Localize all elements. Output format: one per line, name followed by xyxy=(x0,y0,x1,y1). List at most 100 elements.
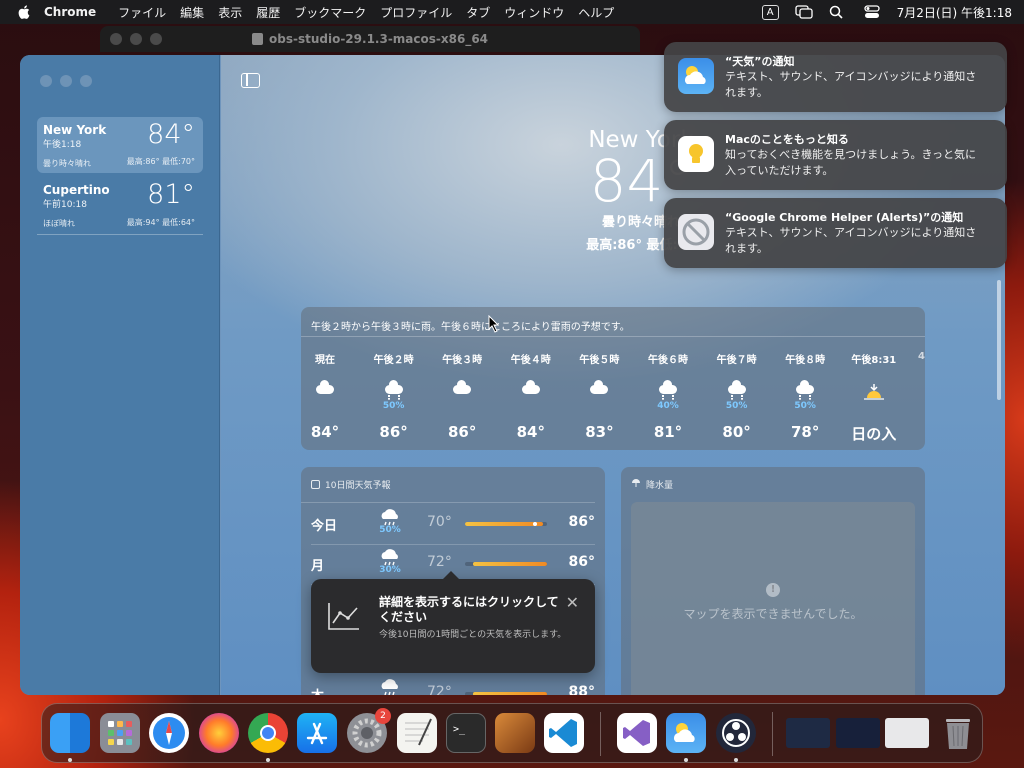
menu-edit[interactable]: 編集 xyxy=(180,4,204,21)
hour-temp: 84° xyxy=(310,423,340,441)
control-center-icon[interactable] xyxy=(863,5,881,19)
obs-icon[interactable] xyxy=(716,713,756,753)
hourly-forecast-card[interactable]: 午後２時から午後３時に雨。午後６時にところにより雷雨の予想です。 現在 84° 午後… xyxy=(301,307,925,450)
safari-icon[interactable] xyxy=(149,713,189,753)
error-icon: ! xyxy=(766,582,780,597)
menu-help[interactable]: ヘルプ xyxy=(578,4,614,21)
low-temp: 70° xyxy=(427,514,452,530)
low-temp: 72° xyxy=(427,554,452,570)
screen-mirroring-icon[interactable] xyxy=(794,5,813,19)
menu-window[interactable]: ウィンドウ xyxy=(504,4,564,21)
high-temp: 88° xyxy=(568,684,595,695)
rain-drops-icon xyxy=(730,395,743,400)
minimized-window-thumbnail[interactable] xyxy=(786,718,830,748)
notification-tips[interactable]: Macのことをもっと知る 知っておくべき機能を見つけましょう。きっと気に入ってい… xyxy=(664,120,1007,190)
dock: 2 >_ xyxy=(41,703,983,763)
launchpad-icon[interactable] xyxy=(100,713,140,753)
search-icon[interactable] xyxy=(829,5,847,19)
zoom-button[interactable] xyxy=(150,33,162,45)
apple-menu-icon[interactable] xyxy=(18,5,30,19)
popover-title: 詳細を表示するにはクリックしてください xyxy=(379,595,559,624)
weather-app-icon xyxy=(678,58,714,94)
menu-bookmarks[interactable]: ブックマーク xyxy=(294,4,366,21)
location-item-cupertino[interactable]: Cupertino 午前10:18 81° ほぼ晴れ 最高:94° 最低:64° xyxy=(37,177,203,235)
day-row[interactable]: 今日 50% 70° 86° xyxy=(311,505,595,545)
menu-history[interactable]: 履歴 xyxy=(256,4,280,21)
hour-temp: 81° xyxy=(653,423,683,441)
minimize-button[interactable] xyxy=(60,75,72,87)
menu-profiles[interactable]: プロファイル xyxy=(380,4,452,21)
hour-label: 午後２時 xyxy=(373,355,414,366)
notification-chrome-helper[interactable]: “Google Chrome Helper (Alerts)”の通知 テキスト、… xyxy=(664,198,1007,268)
notification-weather[interactable]: “天気”の通知 テキスト、サウンド、アイコンバッジにより通知されます。 xyxy=(664,42,1007,112)
hour-temp: 83° xyxy=(585,423,614,441)
day-row[interactable]: 木 72° 88° xyxy=(311,675,595,695)
close-button[interactable] xyxy=(110,33,122,45)
notification-title: Macのことをもっと知る xyxy=(725,133,849,146)
precip-chance: 30% xyxy=(379,565,401,575)
cloud-rain-icon xyxy=(659,380,677,394)
window-controls xyxy=(40,75,92,87)
visual-studio-icon[interactable] xyxy=(617,713,657,753)
zoom-button[interactable] xyxy=(80,75,92,87)
tips-app-icon xyxy=(678,136,714,172)
trash-icon[interactable] xyxy=(938,713,978,753)
minimize-button[interactable] xyxy=(130,33,142,45)
close-icon[interactable]: ✕ xyxy=(566,593,579,612)
precipitation-card[interactable]: 降水量 ! マップを表示できませんでした。 xyxy=(621,467,925,695)
location-hilo: 最高:94° 最低:64° xyxy=(126,218,195,227)
vscode-icon[interactable] xyxy=(544,713,584,753)
terminal-icon[interactable]: >_ xyxy=(446,713,486,753)
location-temp: 81° xyxy=(147,179,195,210)
obs-window-titlebar[interactable]: obs-studio-29.1.3-macos-x86_64 xyxy=(100,26,640,52)
app-store-icon[interactable] xyxy=(297,713,337,753)
location-item-new-york[interactable]: New York 午後1:18 84° 曇り時々晴れ 最高:86° 最低:70° xyxy=(37,117,203,173)
chart-line-icon xyxy=(327,601,361,631)
sidebar-toggle-icon[interactable] xyxy=(241,73,260,88)
umbrella-icon xyxy=(631,478,641,491)
close-button[interactable] xyxy=(40,75,52,87)
minimized-window-thumbnail[interactable] xyxy=(836,718,880,748)
firefox-icon[interactable] xyxy=(199,713,239,753)
scrollbar[interactable] xyxy=(997,280,1001,400)
tip-popover[interactable]: 詳細を表示するにはクリックしてください 今後10日間の1時間ごとの天気を表示しま… xyxy=(311,571,595,673)
map-error-message: マップを表示できませんでした。 xyxy=(683,606,863,621)
input-source-indicator[interactable]: A xyxy=(761,4,779,20)
cloud-icon xyxy=(316,380,334,394)
popover-subtitle: 今後10日間の1時間ごとの天気を表示します。 xyxy=(379,630,567,640)
low-temp: 72° xyxy=(427,684,452,695)
hour-label: 午後8:31 xyxy=(851,355,897,366)
rain-drops-icon xyxy=(799,395,812,400)
hour-label: 午後３時 xyxy=(442,355,483,366)
hourly-item: 午後７時 50% 80° xyxy=(707,351,767,441)
precipitation-map[interactable]: ! マップを表示できませんでした。 xyxy=(631,502,915,695)
hourly-item: 午後６時 40% 81° xyxy=(638,351,698,441)
weather-app-icon[interactable] xyxy=(666,713,706,753)
cloud-rain-icon xyxy=(727,380,746,394)
finder-icon[interactable] xyxy=(50,713,90,753)
hour-temp: 84° xyxy=(516,423,545,441)
notification-badge: 2 xyxy=(375,708,391,724)
obs-window-controls xyxy=(110,33,162,45)
minimized-window-thumbnail[interactable] xyxy=(885,718,929,748)
blocked-app-icon xyxy=(678,214,714,250)
menu-view[interactable]: 表示 xyxy=(218,4,242,21)
menu-clock[interactable]: 7月2日(日) 午後1:18 xyxy=(897,4,1012,21)
hourly-summary: 午後２時から午後３時に雨。午後６時にところにより雷雨の予想です。 xyxy=(301,307,925,337)
menu-app-name[interactable]: Chrome xyxy=(44,5,96,19)
disk-image-icon xyxy=(252,33,263,45)
notification-body: テキスト、サウンド、アイコンバッジにより通知されます。 xyxy=(725,226,977,255)
svg-text:>_: >_ xyxy=(453,724,466,735)
cloud-rain-icon xyxy=(384,380,403,394)
ten-day-header: 10日間天気予報 xyxy=(325,481,391,491)
instruments-icon[interactable] xyxy=(495,713,535,753)
hour-temp: 78° xyxy=(791,423,820,441)
menu-file[interactable]: ファイル xyxy=(118,4,166,21)
chrome-icon[interactable] xyxy=(248,713,288,753)
menu-tab[interactable]: タブ xyxy=(466,4,490,21)
textedit-icon[interactable] xyxy=(397,713,437,753)
obs-window-title: obs-studio-29.1.3-macos-x86_64 xyxy=(269,32,489,46)
hourly-item: 午後８時 50% 78° xyxy=(775,351,835,441)
notification-title: “天気”の通知 xyxy=(725,55,795,68)
location-temp: 84° xyxy=(147,119,195,150)
